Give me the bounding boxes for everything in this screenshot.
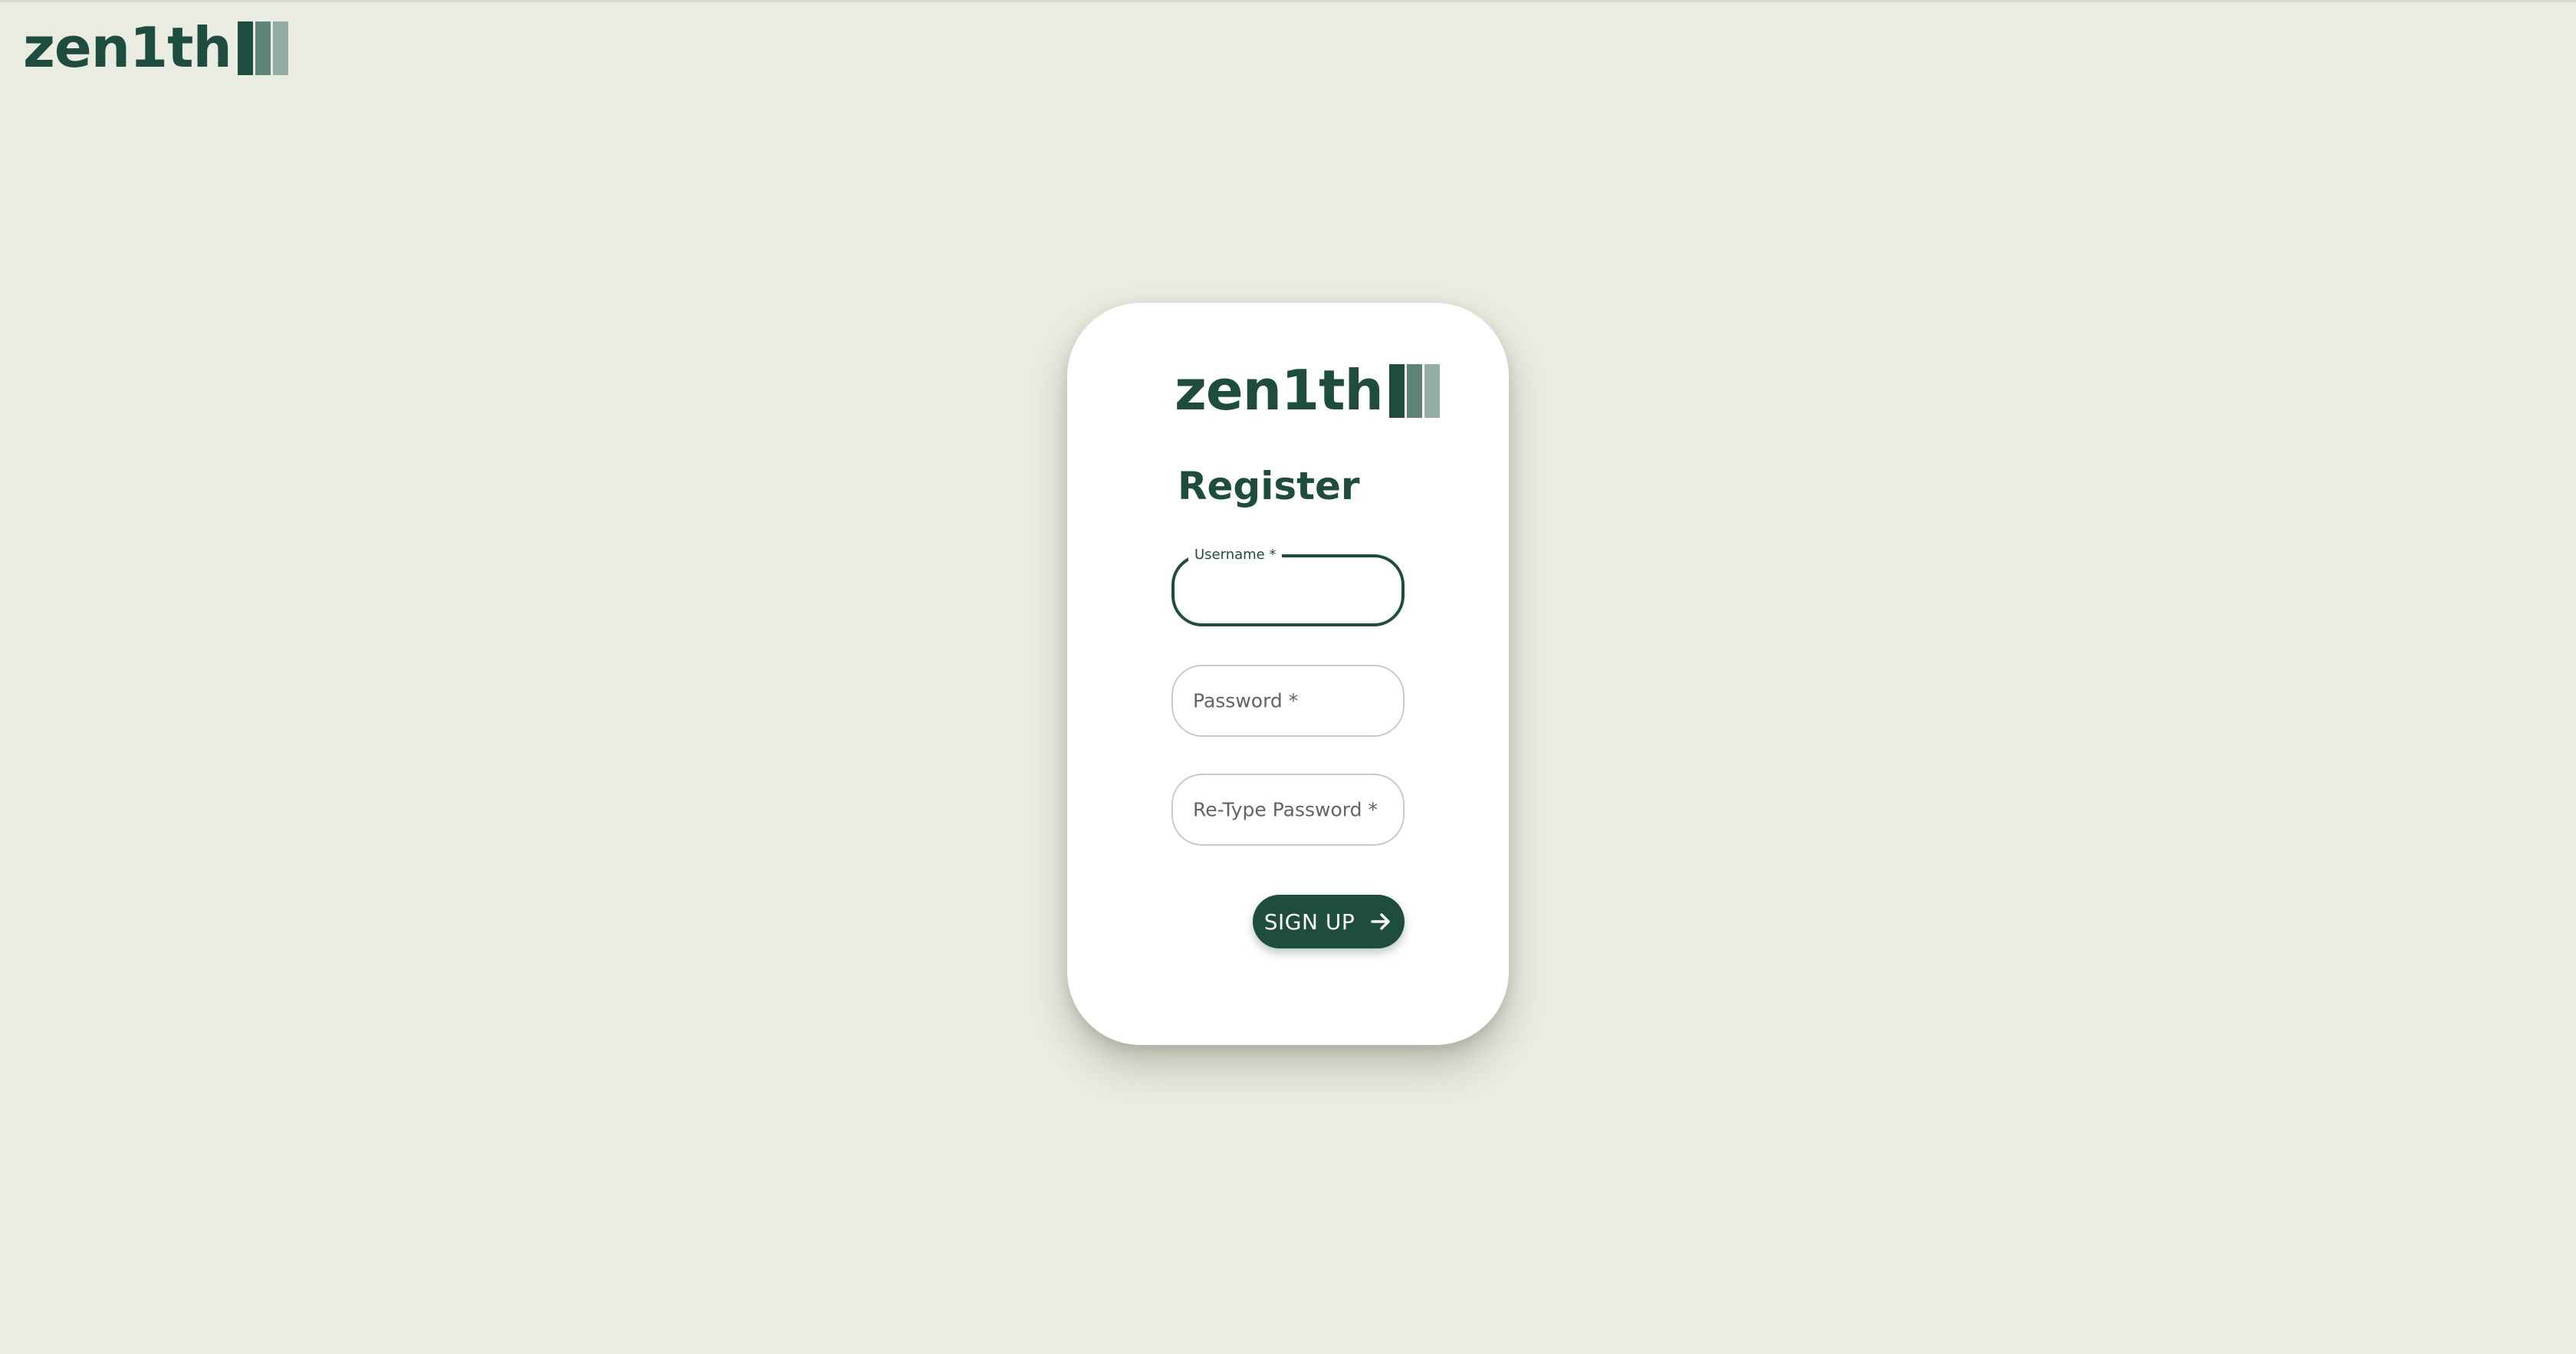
- logo-wordmark: zen1th: [23, 15, 232, 80]
- arrow-right-icon: [1371, 913, 1390, 930]
- sign-up-label: SIGN UP: [1263, 909, 1355, 935]
- sign-up-button[interactable]: SIGN UP: [1253, 895, 1405, 948]
- logo-bar-light: [1424, 364, 1440, 418]
- logo-bar-light: [272, 21, 288, 75]
- username-input[interactable]: [1193, 557, 1383, 623]
- retype-password-input[interactable]: [1191, 775, 1385, 844]
- card-logo: zen1th: [1175, 363, 1442, 418]
- password-field[interactable]: Password *: [1171, 665, 1405, 737]
- logo-bar-dark: [237, 21, 253, 75]
- page-title: Register: [1178, 464, 1360, 508]
- logo-bar-dark: [1388, 364, 1405, 418]
- password-input[interactable]: [1191, 666, 1385, 735]
- register-card: zen1th Register Username * Password * Re…: [1067, 303, 1509, 1045]
- username-field[interactable]: Username *: [1171, 545, 1405, 626]
- header-logo[interactable]: zen1th: [23, 20, 291, 75]
- logo-bars-icon: [1388, 364, 1442, 418]
- window-top-edge: [0, 0, 2576, 2]
- logo-wordmark: zen1th: [1175, 358, 1384, 422]
- logo-bar-mid: [255, 21, 271, 75]
- retype-password-field[interactable]: Re-Type Password *: [1171, 774, 1405, 846]
- logo-bar-mid: [1406, 364, 1422, 418]
- logo-bars-icon: [237, 21, 291, 75]
